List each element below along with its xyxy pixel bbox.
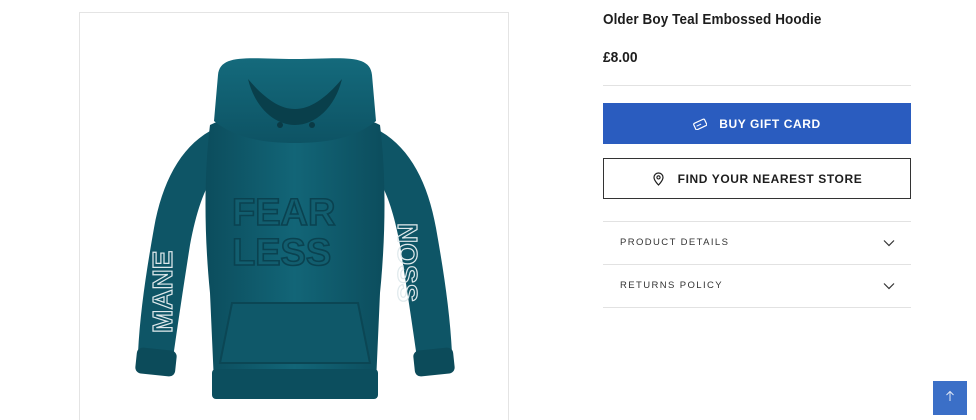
hoodie-illustration: FEAR LESS MANE NOSS (135, 58, 455, 399)
svg-text:FEAR: FEAR (232, 192, 335, 234)
svg-text:NOSS: NOSS (392, 223, 423, 302)
buy-gift-card-button[interactable]: BUY GIFT CARD (603, 103, 911, 144)
accordion-label: RETURNS POLICY (620, 280, 724, 291)
product-image[interactable]: FEAR LESS MANE NOSS (79, 12, 509, 420)
accordion-label: PRODUCT DETAILS (620, 237, 730, 248)
svg-text:LESS: LESS (232, 232, 331, 274)
divider (603, 85, 911, 86)
buy-gift-card-label: BUY GIFT CARD (719, 116, 821, 131)
gift-card-icon (693, 117, 708, 131)
find-nearest-store-button[interactable]: FIND YOUR NEAREST STORE (603, 158, 911, 199)
accordion-returns-policy[interactable]: RETURNS POLICY (603, 264, 911, 307)
accordion-product-details[interactable]: PRODUCT DETAILS (603, 221, 911, 264)
scroll-to-top-button[interactable] (933, 381, 967, 415)
product-price: £8.00 (603, 49, 638, 66)
product-page: FEAR LESS MANE NOSS Older Boy Teal Embos… (0, 0, 976, 420)
svg-text:MANE: MANE (147, 251, 178, 333)
divider (603, 307, 911, 308)
find-nearest-store-label: FIND YOUR NEAREST STORE (677, 171, 863, 186)
product-title: Older Boy Teal Embossed Hoodie (603, 11, 822, 28)
chevron-down-icon (883, 282, 895, 290)
arrow-up-icon (945, 389, 955, 407)
map-pin-icon (652, 171, 666, 186)
chevron-down-icon (883, 239, 895, 247)
